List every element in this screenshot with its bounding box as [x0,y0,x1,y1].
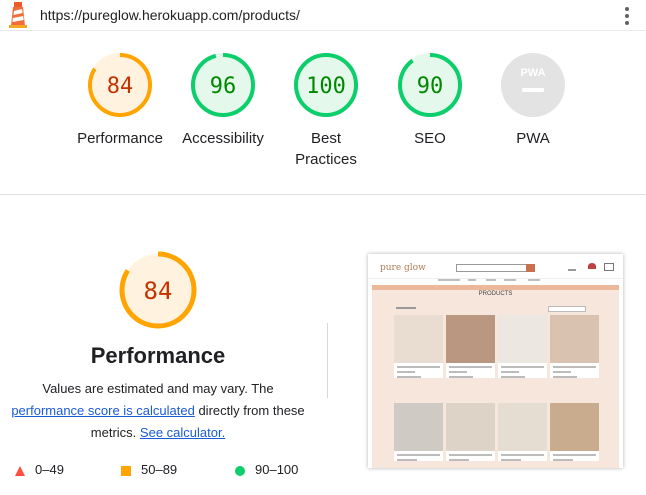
performance-detail-score: 84 [144,277,173,305]
score-label: Accessibility [182,130,264,147]
section-divider [0,194,646,195]
score-ring: 96 [191,53,255,117]
legend-fail: 0–49 [15,462,64,477]
pwa-dash-icon [522,88,544,92]
screenshot-product-card [446,315,495,378]
score-label: Performance [77,130,163,147]
score-gauge-accessibility[interactable]: 96 Accessibility [173,50,273,149]
score-gauge-seo[interactable]: 90 SEO [380,50,480,149]
column-divider [327,323,328,398]
screenshot-nav-item [504,279,516,281]
see-calculator-link[interactable]: See calculator. [140,425,225,440]
screenshot-product-card [394,315,443,378]
screenshot-nav-item [438,279,460,281]
screenshot-nav-item [528,279,540,281]
screenshot-heart-icon [588,263,596,269]
performance-detail-title: Performance [90,343,226,368]
performance-description: Values are estimated and may vary. The p… [8,378,308,444]
desc-text-1: Values are estimated and may vary. The [42,381,274,396]
page-url[interactable]: https://pureglow.herokuapp.com/products/ [40,7,300,23]
score-gauge-pwa[interactable]: PWA PWA [483,50,583,149]
more-options-icon[interactable] [620,5,634,25]
legend-average: 50–89 [121,462,177,477]
score-value: 90 [417,74,444,99]
legend-pass-range: 90–100 [255,462,299,477]
screenshot-product-card [446,403,495,461]
score-ring: 90 [398,53,462,117]
screenshot-search-input [456,264,528,272]
score-gauge-best-practices[interactable]: 100 Best Practices [276,50,376,170]
circle-icon [235,465,245,476]
legend-average-range: 50–89 [141,462,178,477]
screenshot-product-card [394,403,443,461]
screenshot-product-card [498,315,547,378]
score-ring: PWA [501,53,565,117]
screenshot-breadcrumb [396,307,416,309]
screenshot-search-button [526,264,535,272]
score-label: Best Practices [295,130,357,168]
screenshot-product-card [550,403,599,461]
score-gauge-performance[interactable]: 84 Performance [70,50,170,149]
screenshot-brand-logo: pure glow [380,263,426,273]
screenshot-sort-select [548,306,586,312]
score-label: SEO [414,130,446,147]
square-icon [121,465,131,476]
pwa-badge-text: PWA [520,67,545,79]
triangle-icon [15,465,25,476]
screenshot-page-title: PRODUCTS [478,291,513,297]
screenshot-account-icon [568,263,576,271]
page-screenshot-thumbnail[interactable]: pure glow PRODUCTS [368,254,623,468]
lighthouse-icon [9,2,27,28]
score-label: PWA [516,130,550,147]
screenshot-product-card [550,315,599,378]
address-bar: https://pureglow.herokuapp.com/products/ [0,0,646,31]
score-ring: 100 [294,53,358,117]
score-value: 84 [107,74,134,99]
performance-detail-gauge: 84 [119,251,197,329]
screenshot-products-page: PRODUCTS [372,290,619,468]
performance-score-link[interactable]: performance score is calculated [11,403,195,418]
score-value: 100 [306,74,346,99]
score-ring: 84 [88,53,152,117]
legend-pass: 90–100 [235,462,298,477]
screenshot-bag-icon [604,263,614,271]
legend-fail-range: 0–49 [35,462,64,477]
screenshot-nav-item [486,279,496,281]
screenshot-nav-item [468,279,476,281]
score-value: 96 [210,74,237,99]
screenshot-product-card [498,403,547,461]
